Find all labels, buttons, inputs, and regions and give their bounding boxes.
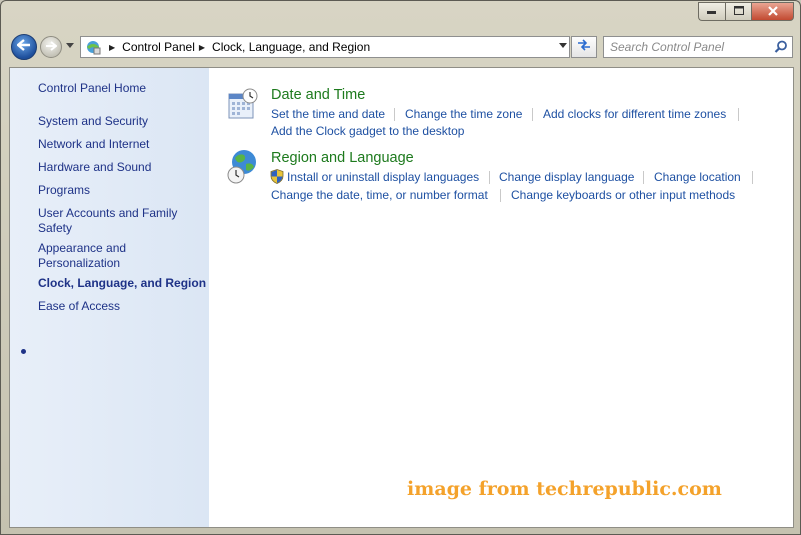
close-icon [767, 5, 778, 18]
link-change-location[interactable]: Change location [654, 170, 741, 184]
link-separator [738, 108, 739, 121]
globe-clock-icon[interactable] [227, 149, 259, 190]
caption-buttons [698, 2, 794, 21]
watermark-text: image from techrepublic.com [407, 478, 722, 500]
link-add-clocks[interactable]: Add clocks for different time zones [543, 107, 726, 121]
main-panel: Date and Time Set the time and date Chan… [209, 68, 793, 527]
sidebar-item-user-accounts[interactable]: User Accounts and Family Safety [38, 206, 177, 236]
uac-shield-icon [270, 169, 284, 189]
breadcrumb-separator-icon[interactable]: ▶ [109, 43, 115, 52]
sidebar-item-hardware-sound[interactable]: Hardware and Sound [38, 160, 151, 175]
minimize-button[interactable] [698, 2, 725, 21]
sidebar-item-programs[interactable]: Programs [38, 183, 90, 198]
active-item-bullet [21, 349, 26, 354]
recent-pages-dropdown[interactable] [66, 43, 74, 48]
category-title-region-language[interactable]: Region and Language [271, 150, 414, 166]
breadcrumb-control-panel[interactable]: Control Panel [122, 40, 195, 54]
maximize-icon [733, 5, 744, 18]
back-arrow-icon [16, 38, 31, 56]
link-separator [643, 171, 644, 184]
link-change-keyboards[interactable]: Change keyboards or other input methods [511, 188, 735, 202]
search-icon[interactable] [774, 40, 788, 59]
back-button[interactable] [11, 34, 37, 60]
sidebar-item-network-internet[interactable]: Network and Internet [38, 137, 149, 152]
refresh-icon [576, 38, 592, 57]
sidebar-item-label-line2: Safety [38, 221, 73, 235]
link-add-clock-gadget[interactable]: Add the Clock gadget to the desktop [271, 124, 464, 138]
link-separator [489, 171, 490, 184]
sidebar-item-appearance[interactable]: Appearance and Personalization [38, 241, 126, 271]
sidebar-item-ease-of-access[interactable]: Ease of Access [38, 299, 120, 314]
link-install-uninstall-languages[interactable]: Install or uninstall display languages [287, 170, 479, 184]
sidebar: Control Panel Home System and Security N… [10, 68, 209, 527]
address-bar[interactable]: ▶ Control Panel ▶ Clock, Language, and R… [80, 36, 570, 58]
breadcrumb-separator-icon[interactable]: ▶ [199, 43, 205, 52]
close-button[interactable] [751, 2, 794, 21]
link-set-time-date[interactable]: Set the time and date [271, 107, 385, 121]
sidebar-item-system-security[interactable]: System and Security [38, 114, 148, 129]
search-box[interactable] [603, 36, 793, 58]
content-area: Control Panel Home System and Security N… [9, 67, 794, 528]
breadcrumb-clock-language-region[interactable]: Clock, Language, and Region [212, 40, 370, 54]
address-dropdown-icon[interactable] [559, 43, 567, 48]
sidebar-item-label-line2: Personalization [38, 256, 121, 270]
category-title-date-time[interactable]: Date and Time [271, 87, 365, 103]
forward-button[interactable] [40, 36, 62, 58]
maximize-button[interactable] [725, 2, 751, 21]
link-separator [500, 189, 501, 202]
forward-arrow-icon [45, 38, 58, 56]
control-panel-icon [85, 39, 101, 55]
calendar-clock-icon[interactable] [228, 88, 258, 125]
link-change-date-time-number-format[interactable]: Change the date, time, or number format [271, 188, 488, 202]
link-separator [752, 171, 753, 184]
sidebar-item-clock-language-region[interactable]: Clock, Language, and Region [38, 276, 206, 291]
minimize-icon [707, 7, 717, 17]
refresh-button[interactable] [571, 36, 597, 58]
link-change-time-zone[interactable]: Change the time zone [405, 107, 522, 121]
link-change-display-language[interactable]: Change display language [499, 170, 634, 184]
sidebar-item-label: User Accounts and Family [38, 206, 178, 220]
search-input[interactable] [610, 39, 770, 55]
link-separator [394, 108, 395, 121]
link-separator [532, 108, 533, 121]
control-panel-window: ▶ Control Panel ▶ Clock, Language, and R… [0, 0, 801, 535]
sidebar-item-label: Appearance and [38, 241, 127, 255]
sidebar-item-control-panel-home[interactable]: Control Panel Home [38, 81, 146, 96]
